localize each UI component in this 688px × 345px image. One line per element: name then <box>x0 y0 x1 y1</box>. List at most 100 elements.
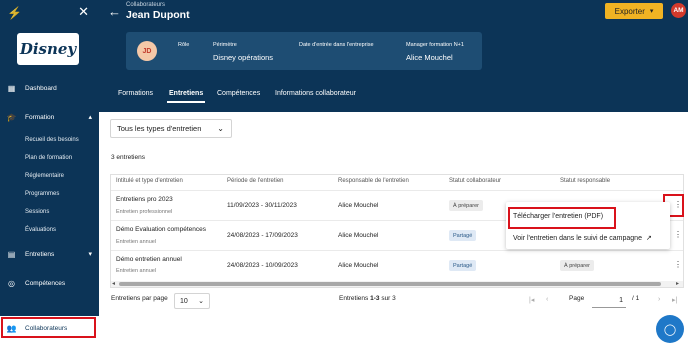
page-title: Jean Dupont <box>126 9 190 21</box>
active-tab-indicator <box>167 101 205 103</box>
column-header[interactable]: Statut responsable <box>560 178 610 184</box>
disney-logo: Disney <box>17 33 79 65</box>
tab-competences[interactable]: Compétences <box>217 90 260 97</box>
sidebar-subitem-evaluations[interactable]: Évaluations <box>25 227 56 233</box>
interview-period: 24/08/2023 - 17/09/2023 <box>227 232 298 239</box>
chat-bubble-icon: ◯ <box>663 323 677 336</box>
export-button[interactable]: Exporter ▾ <box>605 3 663 19</box>
sidebar: ⚡ ✕ Disney ▦ Dashboard 🎓 Formation ▴ Rec… <box>0 0 99 345</box>
view-campaign-label: Voir l'entretien dans le suivi de campag… <box>513 235 642 242</box>
close-icon[interactable]: ✕ <box>78 5 89 19</box>
tab-informations[interactable]: Informations collaborateur <box>275 90 356 97</box>
range-value: 1-3 <box>370 295 380 302</box>
column-header[interactable]: Intitulé et type d'entretien <box>116 178 183 184</box>
sidebar-subitem-reglementaire[interactable]: Réglementaire <box>25 173 64 179</box>
bolt-icon: ⚡ <box>7 6 22 20</box>
export-label: Exporter <box>614 6 645 16</box>
avatar[interactable]: AM <box>671 3 686 18</box>
chevron-down-icon: ▾ <box>88 251 92 258</box>
scrollbar-thumb[interactable] <box>119 282 661 286</box>
status-badge: À préparer <box>449 200 483 211</box>
entry-date-label: Date d'entrée dans l'entreprise <box>299 42 374 48</box>
back-arrow-icon[interactable]: ← <box>108 4 121 19</box>
external-link-icon: ↗ <box>645 235 652 242</box>
sidebar-item-formation[interactable]: 🎓 Formation ▴ <box>0 109 99 125</box>
scroll-right-icon[interactable]: ▸ <box>676 280 679 287</box>
chat-icon: ▤ <box>7 249 16 259</box>
interview-manager: Alice Mouchel <box>338 202 379 209</box>
sidebar-item-competences[interactable]: ◎ Compétences <box>0 275 99 291</box>
results-count: 3 entretiens <box>111 154 145 161</box>
select-value: Tous les types d'entretien <box>117 124 202 133</box>
interview-type: Entretien annuel <box>116 239 157 245</box>
sidebar-item-entretiens[interactable]: ▤ Entretiens ▾ <box>0 246 99 262</box>
profile-avatar: JD <box>137 41 157 61</box>
status-badge: Partagé <box>449 260 477 271</box>
range-prefix: Entretiens <box>339 295 369 302</box>
interview-type-select[interactable]: Tous les types d'entretien ⌄ <box>110 119 232 138</box>
breadcrumb[interactable]: Collaborateurs <box>126 2 165 8</box>
interview-manager: Alice Mouchel <box>338 232 379 239</box>
chevron-down-icon: ⌄ <box>217 124 224 133</box>
sidebar-item-label: Formation <box>25 113 55 121</box>
chevron-down-icon: ⌄ <box>198 298 204 305</box>
column-header[interactable]: Période de l'entretien <box>227 178 284 184</box>
sidebar-subitem-sessions[interactable]: Sessions <box>25 209 49 215</box>
interview-period: 11/09/2023 - 30/11/2023 <box>227 202 297 209</box>
range-suffix: sur 3 <box>381 295 396 302</box>
highlight-box <box>1 317 96 338</box>
sidebar-top: ⚡ ✕ <box>7 5 92 21</box>
page-input[interactable]: 1 <box>592 294 626 308</box>
per-page-select[interactable]: 10 ⌄ <box>174 293 210 309</box>
manager-label: Manager formation N+1 <box>406 42 464 48</box>
per-page-value: 10 <box>180 297 188 305</box>
status-badge: Partagé <box>449 230 477 241</box>
chevron-up-icon: ▴ <box>88 114 92 121</box>
next-page-icon[interactable]: › <box>658 296 660 303</box>
per-page-label: Entretiens par page <box>111 295 168 302</box>
dashboard-icon: ▦ <box>7 83 16 93</box>
chevron-down-icon: ▾ <box>649 8 654 15</box>
sidebar-item-dashboard[interactable]: ▦ Dashboard <box>0 80 99 96</box>
sidebar-item-label: Compétences <box>25 279 66 287</box>
interview-manager: Alice Mouchel <box>338 262 379 269</box>
interview-title[interactable]: Démo Evaluation compétences <box>116 226 206 233</box>
tabs: Formations Entretiens Compétences Inform… <box>99 84 688 104</box>
sidebar-subitem-plan[interactable]: Plan de formation <box>25 155 72 161</box>
interview-period: 24/08/2023 - 10/09/2023 <box>227 262 298 269</box>
sidebar-item-label: Entretiens <box>25 250 55 258</box>
column-header[interactable]: Statut collaborateur <box>449 178 501 184</box>
more-actions-icon[interactable]: ⋮ <box>674 260 682 269</box>
range-text: Entretiens 1-3 sur 3 <box>339 295 396 302</box>
prev-page-icon[interactable]: ‹ <box>546 296 548 303</box>
first-page-icon[interactable]: |◂ <box>529 296 534 304</box>
graduation-cap-icon: 🎓 <box>6 112 17 122</box>
row-divider <box>111 250 683 251</box>
last-page-icon[interactable]: ▸| <box>672 296 677 304</box>
page-label: Page <box>569 295 585 302</box>
manager-value: Alice Mouchel <box>406 53 453 62</box>
tab-entretiens[interactable]: Entretiens <box>169 90 203 97</box>
perimeter-value: Disney opérations <box>213 53 274 62</box>
sidebar-subitem-recueil[interactable]: Recueil des besoins <box>25 137 79 143</box>
interview-type: Entretien professionnel <box>116 209 173 215</box>
interview-type: Entretien annuel <box>116 268 157 274</box>
tab-formations[interactable]: Formations <box>118 90 153 97</box>
more-actions-icon[interactable]: ⋮ <box>674 230 682 239</box>
help-chat-button[interactable]: ◯ <box>656 315 684 343</box>
sidebar-item-label: Dashboard <box>25 84 57 92</box>
interview-title[interactable]: Démo entretien annuel <box>116 256 182 263</box>
column-header[interactable]: Responsable de l'entretien <box>338 178 409 184</box>
target-icon: ◎ <box>8 278 15 288</box>
sidebar-subitem-programmes[interactable]: Programmes <box>25 191 59 197</box>
status-badge: À préparer <box>560 260 594 271</box>
row-divider <box>111 190 683 191</box>
view-campaign-menu-item[interactable]: Voir l'entretien dans le suivi de campag… <box>513 234 652 242</box>
highlight-box <box>508 207 616 229</box>
interview-title[interactable]: Entretiens pro 2023 <box>116 196 173 203</box>
perimeter-label: Périmètre <box>213 42 237 48</box>
profile-card: JD Rôle Périmètre Disney opérations Date… <box>126 32 482 70</box>
role-label: Rôle <box>178 42 190 48</box>
scroll-left-icon[interactable]: ◂ <box>112 280 115 287</box>
page-total: / 1 <box>632 295 640 302</box>
